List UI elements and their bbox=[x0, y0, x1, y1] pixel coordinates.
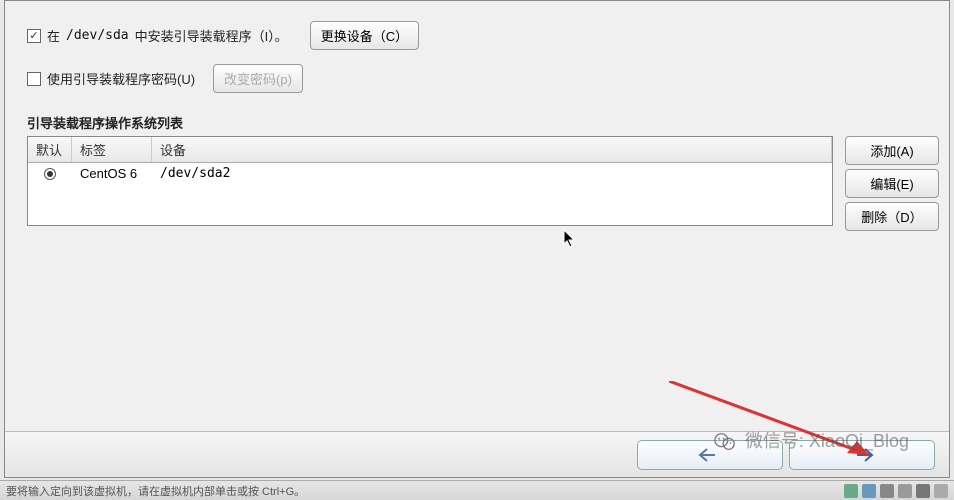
th-label[interactable]: 标签 bbox=[72, 137, 152, 162]
bootloader-password-checkbox[interactable] bbox=[27, 72, 41, 86]
password-label: 使用引导装载程序密码(U) bbox=[47, 69, 195, 88]
content-area: ✓ 在 /dev/sda 中安装引导装载程序（I）。 更换设备（C） 使用引导装… bbox=[27, 1, 939, 477]
vm-statusbar: 要将输入定向到该虚拟机，请在虚拟机内部单击或按 Ctrl+G。 bbox=[0, 480, 954, 500]
install-bootloader-checkbox[interactable]: ✓ bbox=[27, 29, 41, 43]
th-device[interactable]: 设备 bbox=[152, 137, 832, 162]
tray-icon[interactable] bbox=[898, 484, 912, 498]
footer-bar bbox=[5, 431, 949, 477]
tray-icons bbox=[844, 484, 948, 498]
os-list-area: 默认 标签 设备 CentOS 6 /dev/sda2 添加(A) 编辑(E) … bbox=[27, 136, 939, 231]
change-password-button: 改变密码(p) bbox=[213, 64, 303, 93]
add-button[interactable]: 添加(A) bbox=[845, 136, 939, 165]
tray-icon[interactable] bbox=[916, 484, 930, 498]
tray-icon[interactable] bbox=[880, 484, 894, 498]
install-device-path: /dev/sda bbox=[66, 28, 129, 43]
next-button[interactable] bbox=[789, 440, 935, 470]
back-button[interactable] bbox=[637, 440, 783, 470]
tray-icon[interactable] bbox=[844, 484, 858, 498]
status-hint: 要将输入定向到该虚拟机，请在虚拟机内部单击或按 Ctrl+G。 bbox=[6, 483, 305, 499]
os-table: 默认 标签 设备 CentOS 6 /dev/sda2 bbox=[27, 136, 833, 226]
tray-icon[interactable] bbox=[934, 484, 948, 498]
row-device: /dev/sda2 bbox=[152, 163, 832, 184]
bootloader-password-row: 使用引导装载程序密码(U) 改变密码(p) bbox=[27, 64, 939, 93]
row-label: CentOS 6 bbox=[72, 163, 152, 184]
arrow-left-icon bbox=[698, 448, 716, 462]
os-list-title: 引导装载程序操作系统列表 bbox=[27, 113, 939, 132]
edit-button[interactable]: 编辑(E) bbox=[845, 169, 939, 198]
tray-icon[interactable] bbox=[862, 484, 876, 498]
cursor-icon bbox=[563, 229, 577, 249]
change-device-button[interactable]: 更换设备（C） bbox=[310, 21, 419, 50]
default-radio[interactable] bbox=[44, 168, 56, 180]
arrow-right-icon bbox=[856, 448, 874, 462]
delete-button[interactable]: 删除（D） bbox=[845, 202, 939, 231]
installer-dialog: ✓ 在 /dev/sda 中安装引导装载程序（I）。 更换设备（C） 使用引导装… bbox=[4, 0, 950, 478]
install-label-post: 中安装引导装载程序（I）。 bbox=[135, 26, 288, 45]
install-bootloader-row: ✓ 在 /dev/sda 中安装引导装载程序（I）。 更换设备（C） bbox=[27, 21, 939, 50]
install-label-pre: 在 bbox=[47, 26, 60, 45]
th-default[interactable]: 默认 bbox=[28, 137, 72, 162]
table-row[interactable]: CentOS 6 /dev/sda2 bbox=[28, 163, 832, 184]
table-side-buttons: 添加(A) 编辑(E) 删除（D） bbox=[845, 136, 939, 231]
table-header: 默认 标签 设备 bbox=[28, 137, 832, 163]
